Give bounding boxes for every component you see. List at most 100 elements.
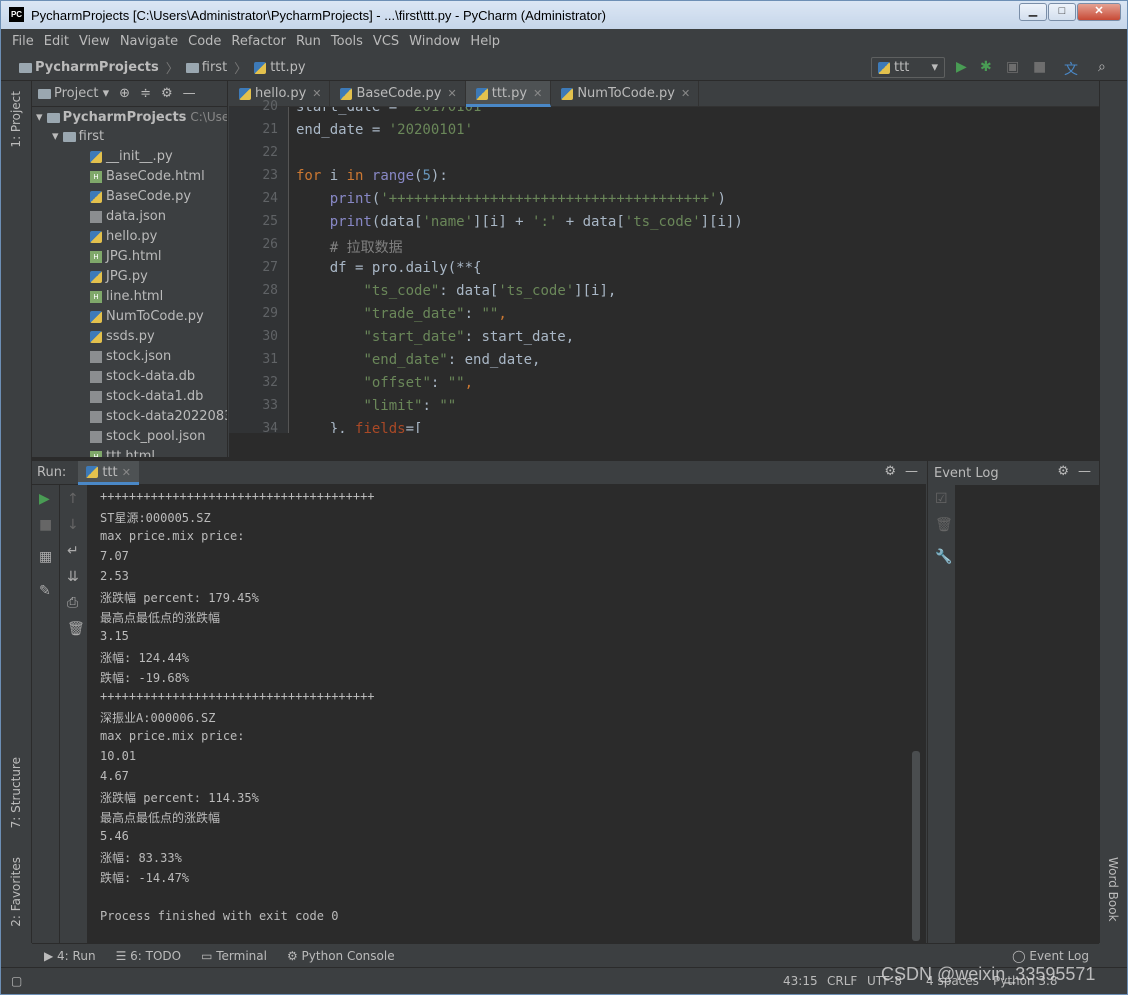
- translate-icon[interactable]: 文: [1064, 59, 1078, 79]
- tool-tab-run[interactable]: ▶ 4: Run: [44, 949, 96, 963]
- tree-file[interactable]: data.json: [90, 207, 166, 227]
- navigation-bar: PycharmProjects 〉 first 〉 ttt.py ttt ▾ ▶…: [1, 53, 1127, 81]
- line-separator[interactable]: CRLF: [827, 974, 857, 988]
- pin-icon[interactable]: ✎: [39, 583, 51, 599]
- tool-tab-python-console[interactable]: ⚙ Python Console: [287, 949, 395, 963]
- tree-file[interactable]: __init__.py: [90, 147, 173, 167]
- tool-tab-event-log[interactable]: ◯ Event Log: [1012, 949, 1089, 963]
- rerun-icon[interactable]: ▶: [39, 491, 50, 507]
- tree-root[interactable]: ▾ PycharmProjectsC:\Users: [36, 107, 227, 127]
- menu-view[interactable]: View: [74, 34, 115, 49]
- menu-code[interactable]: Code: [183, 34, 226, 49]
- tree-file[interactable]: Hline.html: [90, 287, 163, 307]
- run-config-select[interactable]: ttt ▾: [871, 57, 945, 78]
- console-line: ++++++++++++++++++++++++++++++++++++++: [100, 689, 375, 703]
- hide-icon[interactable]: —: [905, 464, 918, 479]
- tab-ttt[interactable]: ttt.py ✕: [465, 81, 552, 107]
- menu-refactor[interactable]: Refactor: [226, 34, 291, 49]
- run-icon[interactable]: ▶: [956, 59, 967, 75]
- breadcrumb-first[interactable]: first: [185, 60, 227, 75]
- menu-edit[interactable]: Edit: [39, 34, 74, 49]
- tree-file[interactable]: stock.json: [90, 347, 171, 367]
- breadcrumb-file[interactable]: ttt.py: [254, 60, 306, 75]
- menu-file[interactable]: File: [7, 34, 39, 49]
- hide-icon[interactable]: —: [1078, 464, 1091, 479]
- menu-help[interactable]: Help: [465, 34, 505, 49]
- console-line: 涨幅: 83.33%: [100, 851, 182, 865]
- tree-file[interactable]: stock_pool.json: [90, 427, 205, 447]
- tab-basecode[interactable]: BaseCode.py ✕: [330, 81, 466, 107]
- line-number: 23: [262, 168, 278, 183]
- down-arrow-icon[interactable]: ↓: [67, 517, 79, 533]
- menu-tools[interactable]: Tools: [326, 34, 368, 49]
- debug-icon[interactable]: ✱: [980, 59, 992, 75]
- editor-scrollbar[interactable]: [1085, 107, 1099, 433]
- tree-file[interactable]: ssds.py: [90, 327, 155, 347]
- console-scrollbar[interactable]: [912, 751, 920, 941]
- caret-position[interactable]: 43:15: [783, 974, 818, 988]
- coverage-icon[interactable]: ▣: [1006, 59, 1019, 75]
- gear-icon[interactable]: ⚙: [884, 464, 896, 479]
- menu-navigate[interactable]: Navigate: [115, 34, 183, 49]
- run-panel-title: Run:: [37, 465, 67, 480]
- close-icon[interactable]: ✕: [448, 87, 457, 100]
- scroll-end-icon[interactable]: ⇊: [67, 569, 79, 585]
- tree-file[interactable]: JPG.py: [90, 267, 148, 287]
- console-line: 深振业A:000006.SZ: [100, 711, 216, 725]
- structure-tool-tab[interactable]: 7: Structure: [9, 757, 23, 828]
- tree-folder-first[interactable]: ▾ first: [52, 127, 104, 147]
- project-tool-tab[interactable]: 1: Project: [9, 91, 23, 148]
- python-file-icon: [475, 87, 488, 100]
- menu-run[interactable]: Run: [291, 34, 326, 49]
- tree-file[interactable]: stock-data20220831.: [90, 407, 227, 427]
- tab-hello[interactable]: hello.py ✕: [229, 81, 331, 107]
- menu-window[interactable]: Window: [404, 34, 465, 49]
- gear-icon[interactable]: ⚙: [1057, 464, 1069, 479]
- stop-icon[interactable]: ■: [1033, 59, 1046, 75]
- tree-file[interactable]: H JPG.html: [90, 247, 162, 267]
- mark-read-icon[interactable]: ☑: [935, 491, 948, 507]
- trash-icon[interactable]: 🗑: [67, 621, 85, 637]
- title-bar: PC PycharmProjects [C:\Users\Administrat…: [1, 1, 1127, 29]
- right-tool-strip: Word Book: [1099, 81, 1127, 943]
- tree-file[interactable]: stock-data1.db: [90, 387, 203, 407]
- soft-wrap-icon[interactable]: ↵: [67, 543, 79, 559]
- tree-file[interactable]: H BaseCode.html: [90, 167, 205, 187]
- hide-icon[interactable]: —: [183, 86, 196, 101]
- breadcrumb-root[interactable]: PycharmProjects: [19, 60, 159, 75]
- print-icon[interactable]: ⎙: [67, 595, 78, 611]
- close-icon[interactable]: ✕: [533, 87, 542, 100]
- tree-file[interactable]: NumToCode.py: [90, 307, 204, 327]
- stop-icon[interactable]: ■: [39, 517, 52, 533]
- maximize-button[interactable]: □: [1048, 3, 1076, 21]
- run-tab-ttt[interactable]: ttt ✕: [78, 460, 139, 485]
- code-area[interactable]: start_date = '20170101' end_date = '2020…: [296, 107, 1079, 433]
- console-output[interactable]: ++++++++++++++++++++++++++++++++++++++ S…: [100, 485, 912, 943]
- search-icon[interactable]: ⌕: [1098, 59, 1106, 75]
- layout-icon[interactable]: ▦: [39, 549, 52, 565]
- tool-tab-todo[interactable]: ☰ 6: TODO: [116, 949, 182, 963]
- close-icon[interactable]: ✕: [312, 87, 321, 100]
- tree-file[interactable]: BaseCode.py: [90, 187, 191, 207]
- editor-tabs: hello.py ✕ BaseCode.py ✕ ttt.py ✕ NumToCode…: [229, 81, 1099, 107]
- word-book-tool-tab[interactable]: Word Book: [1106, 857, 1120, 922]
- tree-file[interactable]: stock-data.db: [90, 367, 195, 387]
- project-view-select[interactable]: Project ▾: [38, 86, 109, 101]
- close-icon[interactable]: ✕: [122, 466, 131, 479]
- close-icon[interactable]: ✕: [681, 87, 690, 100]
- close-button[interactable]: ✕: [1077, 3, 1121, 21]
- tree-file[interactable]: Httt.html: [90, 447, 155, 457]
- minimize-button[interactable]: ▁: [1019, 3, 1047, 21]
- gear-icon[interactable]: ⚙: [161, 86, 173, 101]
- trash-icon[interactable]: 🗑: [935, 517, 953, 533]
- wrench-icon[interactable]: 🔧: [935, 549, 952, 565]
- favorites-tool-tab[interactable]: 2: Favorites: [9, 857, 23, 927]
- layout-icon[interactable]: ▢: [11, 974, 22, 988]
- collapse-icon[interactable]: ≑: [140, 86, 151, 101]
- tree-file[interactable]: hello.py: [90, 227, 157, 247]
- tool-tab-terminal[interactable]: ▭ Terminal: [201, 949, 267, 963]
- up-arrow-icon[interactable]: ↑: [67, 491, 79, 507]
- menu-vcs[interactable]: VCS: [368, 34, 404, 49]
- locate-icon[interactable]: ⊕: [119, 86, 130, 101]
- tab-numtocode[interactable]: NumToCode.py ✕: [551, 81, 700, 107]
